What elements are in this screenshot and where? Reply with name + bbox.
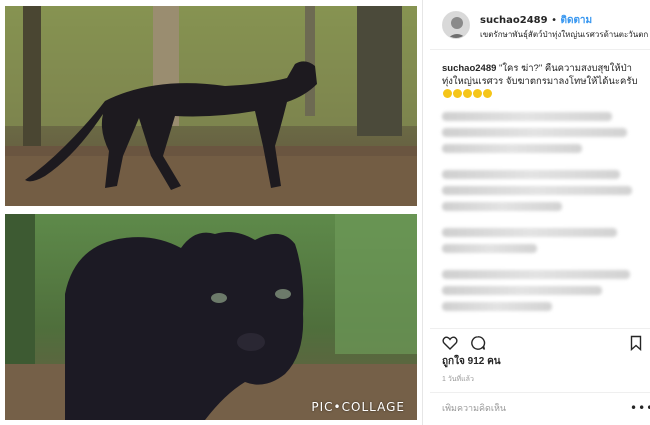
panther-photo-top: [5, 6, 417, 206]
post-header: suchao2489 • ติดตาม เขตรักษาพันธุ์สัตว์ป…: [430, 0, 650, 50]
blurred-comment-line: [442, 244, 537, 253]
header-separator: •: [551, 15, 557, 26]
blurred-comment-line: [442, 302, 552, 311]
blurred-comment-line: [442, 286, 602, 295]
pic-collage-watermark: PIC•COLLAGE: [311, 400, 405, 414]
bookmark-icon[interactable]: [628, 335, 644, 352]
blurred-comment-line: [442, 112, 612, 121]
blurred-comment-line: [442, 186, 632, 195]
smile-emoji-icon: [453, 89, 462, 98]
more-options-icon[interactable]: •••: [630, 401, 650, 415]
location-link[interactable]: เขตรักษาพันธุ์สัตว์ป่าทุ่งใหญ่นเรศวรด้าน…: [480, 28, 648, 41]
add-comment-bar: •••: [430, 392, 650, 425]
follow-button[interactable]: ติดตาม: [560, 15, 592, 26]
comment-input[interactable]: [442, 403, 622, 413]
smile-emoji-icon: [473, 89, 482, 98]
post-side-panel: suchao2489 • ติดตาม เขตรักษาพันธุ์สัตว์ป…: [430, 0, 650, 425]
post-media[interactable]: PIC•COLLAGE: [0, 0, 423, 425]
header-username[interactable]: suchao2489: [480, 15, 548, 26]
blurred-comment-line: [442, 228, 617, 237]
blurred-comment-line: [442, 202, 562, 211]
smile-emoji-icon: [483, 89, 492, 98]
smile-emoji-icon: [463, 89, 472, 98]
blurred-comment-line: [442, 270, 630, 279]
smile-emoji-icon: [443, 89, 452, 98]
post-timestamp: 1 วันที่แล้ว: [442, 376, 474, 383]
likes-count[interactable]: ถูกใจ 912 คน: [442, 354, 501, 369]
post-actions: [430, 328, 650, 352]
post-caption: suchao2489 "ใคร ฆ่า?" คืนความสงบสุขให้ป่…: [442, 62, 642, 101]
blurred-comment-line: [442, 144, 582, 153]
header-username-row: suchao2489 • ติดตาม: [480, 13, 592, 28]
comment-bubble-icon[interactable]: [470, 335, 486, 351]
panther-photo-bottom: PIC•COLLAGE: [5, 214, 417, 420]
instagram-post-frame: PIC•COLLAGE suchao2489 • ติดตาม เขตรักษา…: [0, 0, 650, 425]
avatar[interactable]: [442, 11, 470, 39]
caption-username[interactable]: suchao2489: [442, 63, 496, 74]
blurred-comments-list: [442, 112, 642, 317]
blurred-comment-line: [442, 128, 627, 137]
blurred-comment-line: [442, 170, 620, 179]
heart-icon[interactable]: [442, 335, 458, 351]
